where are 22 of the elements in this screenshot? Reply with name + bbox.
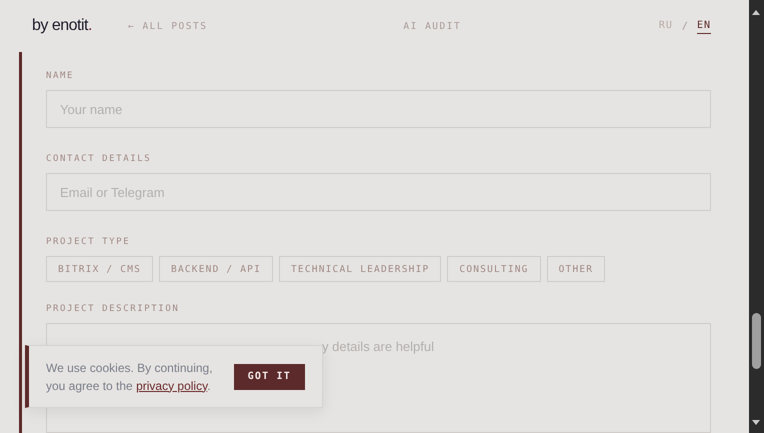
project-type-chip[interactable]: BACKEND / API — [159, 256, 274, 282]
project-type-chip[interactable]: OTHER — [546, 256, 606, 282]
cookie-text: We use cookies. By continuing, you agree to the privacy policy. — [46, 360, 214, 394]
project-type-chip[interactable]: CONSULTING — [447, 256, 541, 282]
field-label: CONTACT DETAILS — [46, 154, 152, 164]
scrollbar[interactable] — [749, 0, 764, 433]
back-link[interactable]: ← ALL POSTS — [128, 20, 208, 32]
scroll-up-icon[interactable] — [752, 10, 760, 15]
scrollbar-thumb[interactable] — [752, 313, 761, 369]
language-separator: / — [682, 20, 688, 32]
got-it-button[interactable]: GOT IT — [234, 364, 305, 390]
scroll-down-icon[interactable] — [752, 420, 760, 425]
language-link[interactable]: RU — [658, 18, 673, 34]
project-type-chip[interactable]: TECHNICAL LEADERSHIP — [279, 256, 442, 282]
project-type-chip[interactable]: BITRIX / CMS — [46, 256, 154, 282]
privacy-policy-link[interactable]: privacy policy — [136, 378, 208, 392]
language-link[interactable]: EN — [696, 18, 711, 34]
logo[interactable]: by enotit. — [32, 17, 128, 35]
field-label: NAME — [46, 71, 76, 81]
section-title: AI AUDIT — [403, 20, 462, 32]
field-label: PROJECT DESCRIPTION — [46, 304, 180, 314]
field-label: PROJECT TYPE — [46, 237, 132, 247]
